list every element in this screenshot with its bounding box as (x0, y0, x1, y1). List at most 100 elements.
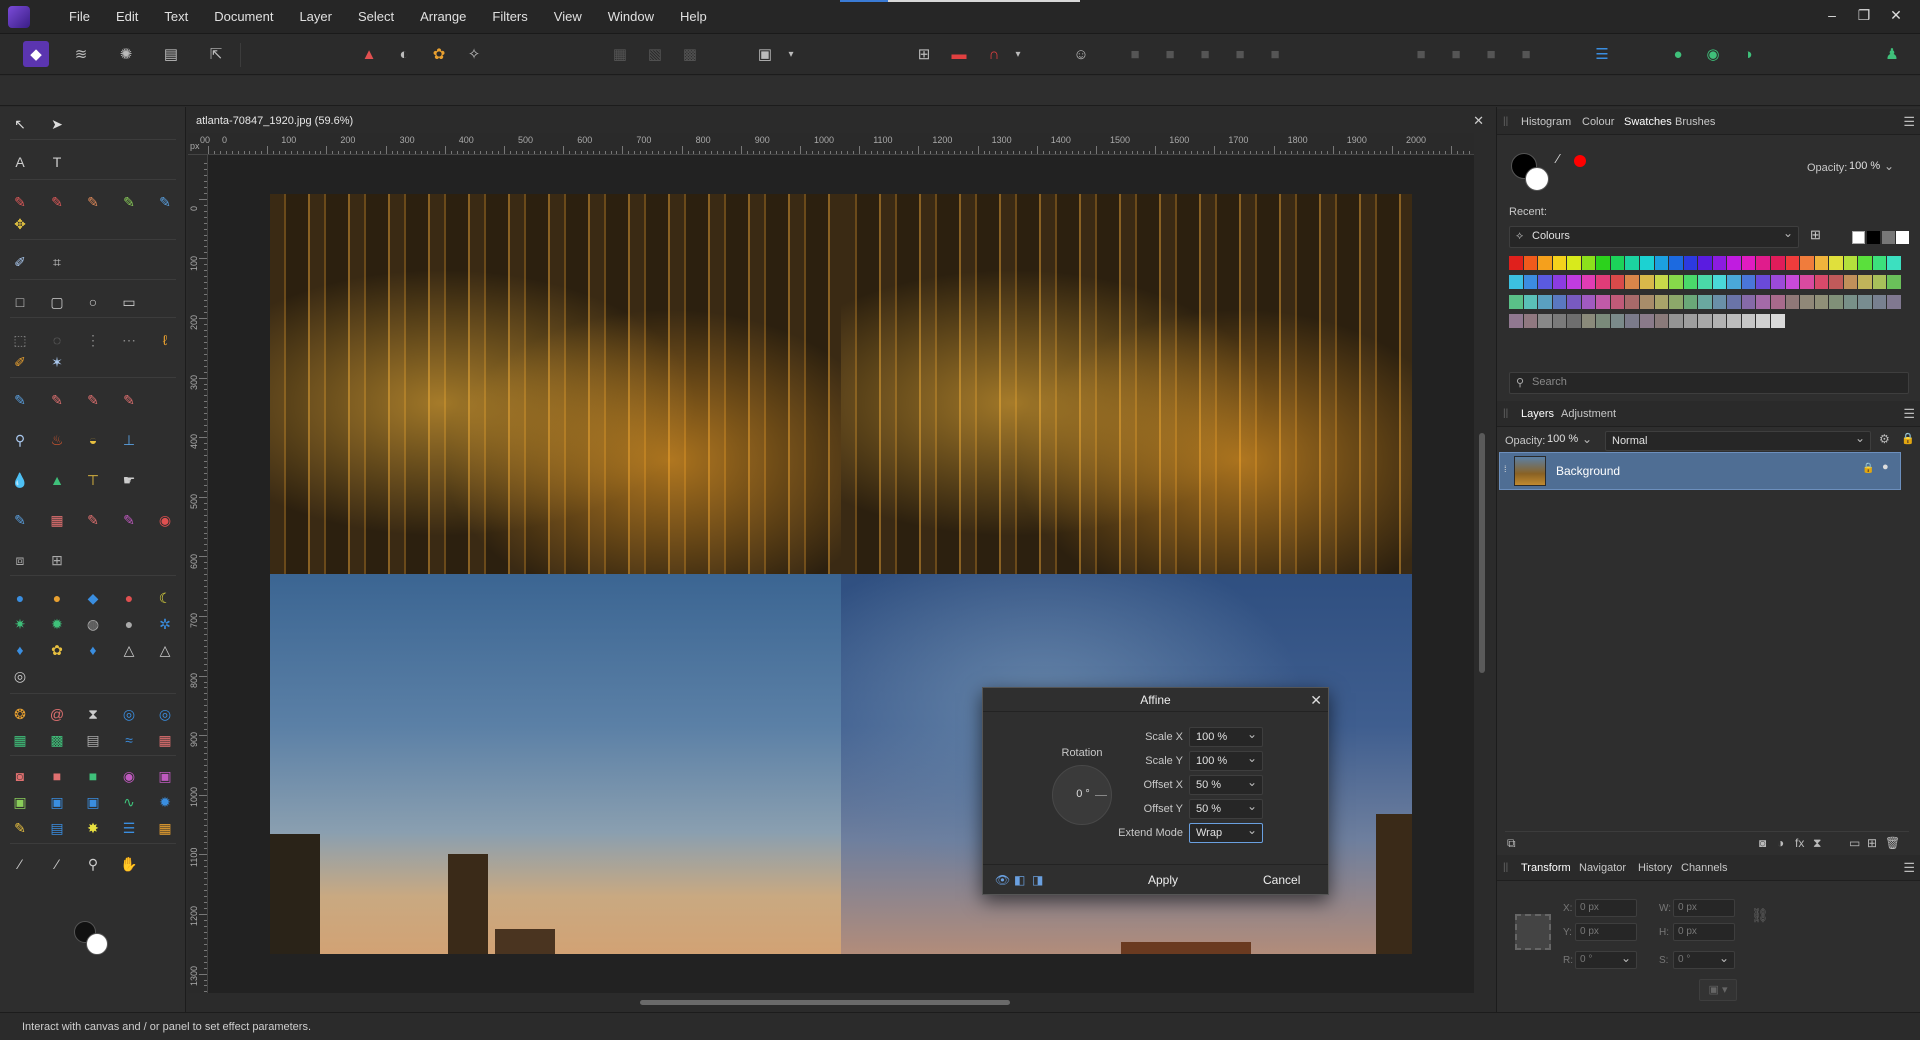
menu-layer[interactable]: Layer (286, 0, 345, 34)
colour-swatch[interactable] (1770, 294, 1785, 309)
colour-swatch[interactable] (1654, 294, 1669, 309)
close-icon[interactable]: ✕ (1473, 113, 1484, 129)
recent-colour-dot[interactable] (1574, 155, 1586, 167)
photo-persona-icon[interactable]: ◆ (23, 41, 49, 67)
arrange-front-icon[interactable]: ■ (1227, 41, 1253, 67)
rotation-dial[interactable]: 0 ° (1052, 765, 1112, 825)
filter-layers-icon[interactable]: ▣ (154, 765, 176, 787)
tab-transform[interactable]: Transform (1521, 862, 1571, 874)
boolean-intersect-icon[interactable]: ◑ (1735, 41, 1761, 67)
colour-swatch[interactable] (1509, 313, 1523, 328)
blend-mode-select[interactable]: Normal (1605, 431, 1871, 451)
force-pixel-alignment-icon[interactable]: ▬ (946, 41, 972, 67)
colour-swatch[interactable] (1669, 294, 1683, 309)
tab-history[interactable]: History (1638, 862, 1672, 874)
arrange-back-icon[interactable]: ■ (1122, 41, 1148, 67)
preview-eye-icon[interactable]: 👁 (995, 873, 1010, 887)
menu-arrange[interactable]: Arrange (407, 0, 479, 34)
filter-gear2-icon[interactable]: ✹ (154, 791, 176, 813)
flood-fill-tool-icon[interactable]: ✥ (9, 213, 31, 235)
colour-swatch[interactable] (1770, 256, 1785, 270)
colour-swatch[interactable] (1567, 275, 1581, 290)
colour-swatch[interactable] (1785, 256, 1800, 270)
colour-swatch[interactable] (1683, 256, 1698, 270)
colour-swatch[interactable] (1567, 256, 1581, 270)
w-input[interactable]: 0 px (1673, 899, 1735, 917)
colour-swatch[interactable] (1756, 256, 1770, 270)
layer-row[interactable]: ⁞ Background 🔒 ● (1499, 452, 1901, 490)
colour-swatch[interactable] (1727, 275, 1741, 290)
filter-lines-icon[interactable]: ▤ (82, 729, 104, 751)
mesh-warp-tool-icon[interactable]: ⧈ (9, 549, 31, 571)
filter-target-icon[interactable]: ◎ (118, 703, 140, 725)
colour-swatch[interactable] (1800, 256, 1814, 270)
colour-swatch[interactable] (1669, 275, 1683, 290)
snapping-icon[interactable]: ⊞ (911, 41, 937, 67)
colour-swatch[interactable] (1669, 313, 1683, 328)
layer-settings-gear-icon[interactable]: ⚙ (1879, 432, 1890, 446)
filter-prism-icon[interactable]: △ (154, 639, 176, 661)
minimize-button[interactable]: – (1816, 0, 1848, 34)
smudge-brush-tool-icon[interactable]: ♨ (46, 429, 68, 451)
colour-swatch[interactable] (1727, 313, 1741, 328)
colour-swatch[interactable] (1654, 275, 1669, 290)
quick-mask-icon[interactable]: ▣ (752, 41, 778, 67)
close-icon[interactable]: ✕ (1310, 688, 1322, 712)
scale-y-field[interactable]: 100 % (1189, 751, 1263, 771)
arrange-more-icon[interactable]: ■ (1262, 41, 1288, 67)
filter-hourglass-icon[interactable]: ⧗ (82, 703, 104, 725)
filter-twirl-icon[interactable]: ◍ (82, 613, 104, 635)
blur-brush-tool-icon[interactable]: ⚲ (9, 429, 31, 451)
colour-picker-icon[interactable]: ⁄ (1557, 151, 1559, 166)
colour-swatch[interactable] (1800, 294, 1814, 309)
colour-swatch[interactable] (1698, 256, 1712, 270)
filter-stack-icon[interactable]: ☰ (118, 817, 140, 839)
paint-brush-tool-icon[interactable]: ✎ (9, 191, 31, 213)
colour-swatch[interactable] (1843, 275, 1858, 290)
live-filter-layer-icon[interactable]: fx (1795, 836, 1804, 850)
vertical-scrollbar[interactable] (1476, 133, 1488, 993)
filter-glow-icon[interactable]: ● (46, 587, 68, 609)
colour-swatch[interactable] (1785, 275, 1800, 290)
auto-levels-icon[interactable]: ▲ (356, 41, 382, 67)
filter-pixelate-icon[interactable]: ▦ (154, 729, 176, 751)
panel-menu-icon[interactable]: ☰ (1903, 114, 1915, 130)
perspective-tool-icon[interactable]: ⊤ (82, 469, 104, 491)
flip-horizontal-icon[interactable]: ■ (1408, 41, 1434, 67)
colour-swatch[interactable] (1698, 294, 1712, 309)
scale-x-field[interactable]: 100 % (1189, 727, 1263, 747)
colour-swatch[interactable] (1829, 256, 1843, 270)
sharpen-brush-tool-icon[interactable]: 💧 (9, 469, 31, 491)
column-marquee-tool-icon[interactable]: ⋮ (82, 329, 104, 351)
filter-ripple-icon[interactable]: ◎ (154, 703, 176, 725)
select-all-icon[interactable]: ▦ (607, 41, 633, 67)
user-account-icon[interactable]: ♟ (1879, 41, 1905, 67)
extend-mode-select[interactable]: Wrap (1189, 823, 1263, 843)
tab-histogram[interactable]: Histogram (1521, 116, 1571, 128)
colour-swatch[interactable] (1552, 256, 1567, 270)
arrange-forward-icon[interactable]: ■ (1192, 41, 1218, 67)
stamp-tool-icon[interactable]: ⊥ (118, 429, 140, 451)
menu-window[interactable]: Window (595, 0, 667, 34)
add-pixel-layer-icon[interactable]: ⧉ (1507, 836, 1516, 851)
add-group-icon[interactable]: ▭ (1849, 836, 1860, 850)
swatch-search-input[interactable]: ⚲ Search (1509, 372, 1909, 394)
tab-adjustment[interactable]: Adjustment (1561, 408, 1616, 420)
colour-swatch[interactable] (1814, 256, 1829, 270)
filter-triangle-icon[interactable]: △ (118, 639, 140, 661)
colour-swatch[interactable] (1770, 313, 1785, 328)
red-eye-tool-icon[interactable]: ◉ (154, 509, 176, 531)
split-view-icon[interactable]: ◧ (1014, 873, 1025, 887)
colour-swatch[interactable] (1770, 275, 1785, 290)
export-persona-icon[interactable]: ⇱ (203, 41, 229, 67)
colour-swatch[interactable] (1581, 275, 1596, 290)
colour-swatch[interactable] (1523, 275, 1538, 290)
colour-swatch[interactable] (1858, 275, 1872, 290)
mixer-brush-tool-icon[interactable]: ✎ (118, 191, 140, 213)
colour-swatch[interactable] (1843, 294, 1858, 309)
elliptical-marquee-tool-icon[interactable]: ◌ (46, 329, 68, 351)
burn-brush-tool-icon[interactable]: ✎ (118, 389, 140, 411)
panel-menu-icon[interactable]: ☰ (1903, 406, 1915, 422)
scrollbar-thumb[interactable] (1479, 433, 1485, 673)
view-tool-icon[interactable]: ➤ (46, 113, 68, 135)
